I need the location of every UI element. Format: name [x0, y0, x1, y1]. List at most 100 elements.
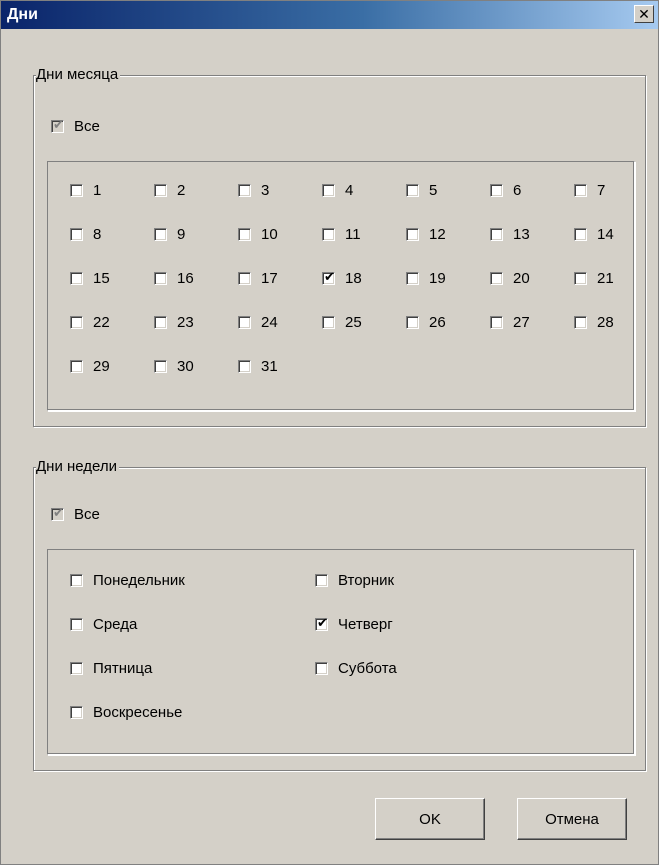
day-21-checkbox-box	[574, 271, 587, 285]
day-23-checkbox[interactable]: 23	[154, 312, 194, 332]
day-11-label: 11	[345, 225, 361, 243]
day-14-label: 14	[597, 225, 614, 243]
day-19-checkbox-box	[406, 271, 419, 285]
day-13-checkbox-box	[490, 227, 503, 241]
ok-button[interactable]: OK	[375, 798, 485, 840]
day-3-checkbox[interactable]: 3	[238, 180, 269, 200]
day-5-label: 5	[429, 181, 438, 199]
day-17-checkbox-box	[238, 271, 251, 285]
day-12-checkbox-box	[406, 227, 419, 241]
weekday-4-checkbox[interactable]: ✔ Четверг	[315, 614, 393, 634]
weekday-5-label: Пятница	[93, 659, 153, 677]
day-27-checkbox[interactable]: 27	[490, 312, 530, 332]
day-1-label: 1	[93, 181, 102, 199]
day-24-checkbox-box	[238, 315, 251, 329]
day-30-label: 30	[177, 357, 194, 375]
day-16-checkbox[interactable]: 16	[154, 268, 194, 288]
weekday-6-checkbox[interactable]: Суббота	[315, 658, 397, 678]
day-4-checkbox[interactable]: 4	[322, 180, 353, 200]
weekday-2-label: Вторник	[338, 571, 395, 589]
cancel-button[interactable]: Отмена	[517, 798, 627, 840]
day-17-checkbox[interactable]: 17	[238, 268, 278, 288]
day-25-checkbox[interactable]: 25	[322, 312, 362, 332]
day-13-label: 13	[513, 225, 530, 243]
day-24-checkbox[interactable]: 24	[238, 312, 278, 332]
day-15-checkbox[interactable]: 15	[70, 268, 110, 288]
day-28-checkbox[interactable]: 28	[574, 312, 614, 332]
day-19-checkbox[interactable]: 19	[406, 268, 446, 288]
day-29-label: 29	[93, 357, 110, 375]
day-7-checkbox[interactable]: 7	[574, 180, 605, 200]
day-3-checkbox-box	[238, 183, 251, 197]
close-button[interactable]: ✕	[634, 5, 654, 23]
month-days-group: Дни месяца ✔ Все 1 2 3 4 5 6 7 8 9 10 11 12 13 14 15 16…	[33, 66, 646, 427]
weekday-1-checkbox[interactable]: Понедельник	[70, 570, 185, 590]
day-30-checkbox[interactable]: 30	[154, 356, 194, 376]
day-13-checkbox[interactable]: 13	[490, 224, 530, 244]
day-4-checkbox-box	[322, 183, 335, 197]
day-10-label: 10	[261, 225, 278, 243]
day-9-checkbox[interactable]: 9	[154, 224, 185, 244]
weekday-2-checkbox[interactable]: Вторник	[315, 570, 394, 590]
day-31-checkbox[interactable]: 31	[238, 356, 278, 376]
day-1-checkbox[interactable]: 1	[70, 180, 101, 200]
weekday-7-checkbox[interactable]: Воскресенье	[70, 702, 182, 722]
week-days-panel: Понедельник Вторник Среда ✔ Четверг Пятница Су…	[47, 549, 635, 755]
day-12-label: 12	[429, 225, 446, 243]
day-21-label: 21	[597, 269, 614, 287]
weekday-3-checkbox-box	[70, 617, 83, 631]
weekday-1-checkbox-box	[70, 573, 83, 587]
day-12-checkbox[interactable]: 12	[406, 224, 446, 244]
day-9-label: 9	[177, 225, 186, 243]
day-8-checkbox[interactable]: 8	[70, 224, 101, 244]
day-26-label: 26	[429, 313, 446, 331]
day-23-checkbox-box	[154, 315, 167, 329]
weekday-7-label: Воскресенье	[93, 703, 183, 721]
day-11-checkbox[interactable]: 11	[322, 224, 361, 244]
day-10-checkbox[interactable]: 10	[238, 224, 278, 244]
check-mark-icon: ✔	[317, 614, 328, 630]
day-15-label: 15	[93, 269, 110, 287]
day-20-checkbox[interactable]: 20	[490, 268, 530, 288]
day-14-checkbox[interactable]: 14	[574, 224, 614, 244]
day-2-checkbox-box	[154, 183, 167, 197]
day-6-checkbox[interactable]: 6	[490, 180, 521, 200]
month-all-checkbox[interactable]: ✔ Все	[51, 116, 100, 136]
check-mark-icon: ✔	[324, 268, 335, 284]
day-7-checkbox-box	[574, 183, 587, 197]
title-bar[interactable]: Дни ✕	[1, 1, 658, 29]
day-4-label: 4	[345, 181, 354, 199]
day-17-label: 17	[261, 269, 278, 287]
day-6-checkbox-box	[490, 183, 503, 197]
day-27-label: 27	[513, 313, 530, 331]
day-2-checkbox[interactable]: 2	[154, 180, 185, 200]
weekday-1-label: Понедельник	[93, 571, 185, 589]
days-dialog: Дни ✕ Дни месяца ✔ Все 1 2 3 4 5 6 7 8 9 10 11 12 13…	[0, 0, 659, 865]
weekday-6-checkbox-box	[315, 661, 328, 675]
week-all-checkbox[interactable]: ✔ Все	[51, 504, 100, 524]
day-28-label: 28	[597, 313, 614, 331]
weekday-3-checkbox[interactable]: Среда	[70, 614, 137, 634]
day-20-label: 20	[513, 269, 530, 287]
day-19-label: 19	[429, 269, 446, 287]
day-31-label: 31	[261, 357, 278, 375]
day-25-label: 25	[345, 313, 362, 331]
day-29-checkbox[interactable]: 29	[70, 356, 110, 376]
week-all-label: Все	[74, 505, 100, 523]
day-20-checkbox-box	[490, 271, 503, 285]
day-6-label: 6	[513, 181, 522, 199]
day-16-label: 16	[177, 269, 194, 287]
close-icon: ✕	[638, 6, 650, 22]
day-22-checkbox[interactable]: 22	[70, 312, 110, 332]
weekday-5-checkbox[interactable]: Пятница	[70, 658, 152, 678]
day-8-checkbox-box	[70, 227, 83, 241]
day-31-checkbox-box	[238, 359, 251, 373]
day-18-checkbox[interactable]: ✔ 18	[322, 268, 362, 288]
day-18-checkbox-box: ✔	[322, 268, 335, 285]
day-26-checkbox[interactable]: 26	[406, 312, 446, 332]
day-18-label: 18	[345, 269, 362, 287]
day-22-label: 22	[93, 313, 110, 331]
day-5-checkbox[interactable]: 5	[406, 180, 437, 200]
day-21-checkbox[interactable]: 21	[574, 268, 614, 288]
check-mark-icon: ✔	[53, 504, 64, 520]
